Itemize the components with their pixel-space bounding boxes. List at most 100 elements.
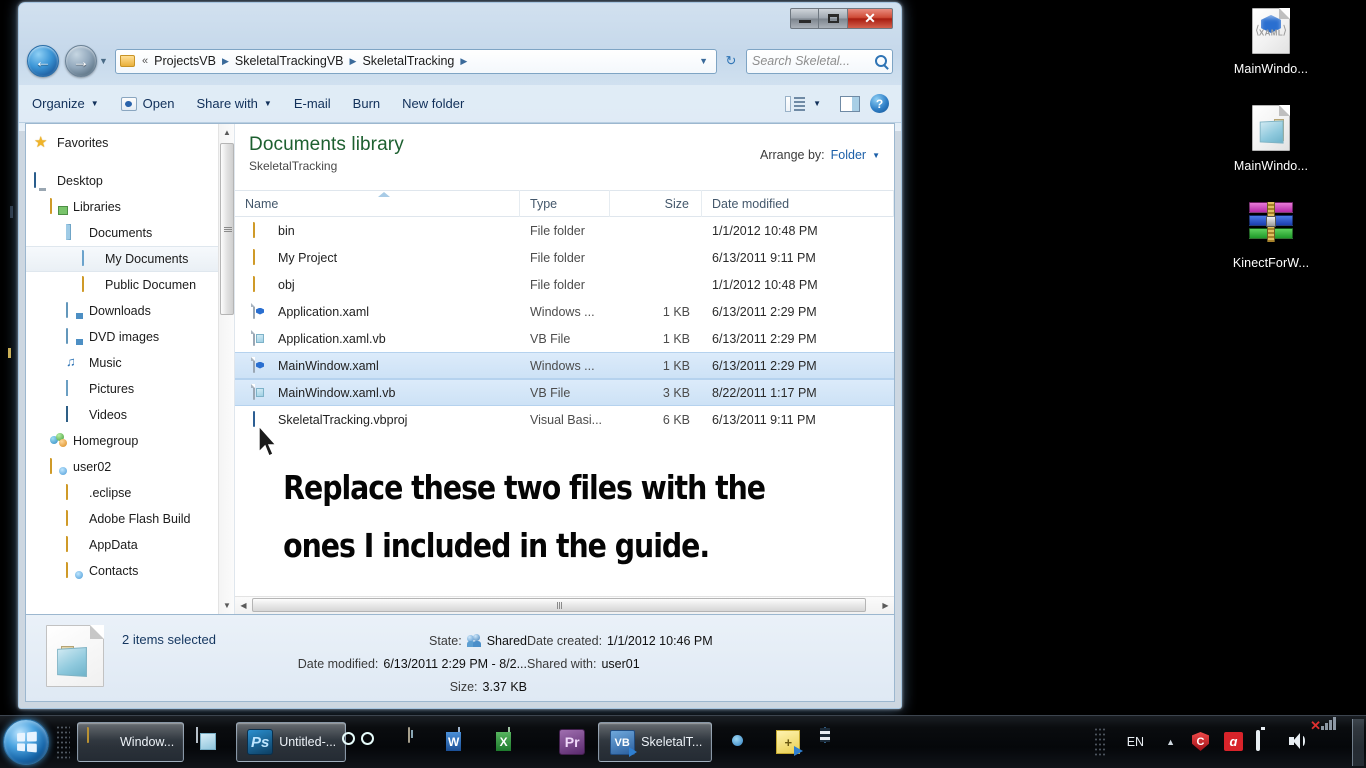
refresh-button[interactable]: ↻ — [719, 49, 743, 73]
scroll-down-arrow-icon[interactable]: ▼ — [219, 597, 234, 614]
taskbar-item-visual-basic[interactable]: VB SkeletalT... — [598, 722, 712, 762]
sidebar-item-pictures[interactable]: Pictures — [26, 376, 234, 402]
sidebar-item-user02[interactable]: user02 — [26, 454, 234, 480]
taskbar-item-excel[interactable] — [498, 722, 546, 762]
new-folder-button[interactable]: New folder — [393, 91, 473, 116]
network-disconnected-icon[interactable]: ✕ — [1320, 732, 1340, 752]
volume-icon[interactable] — [1288, 732, 1308, 752]
sidebar-item-public-documents[interactable]: Public Documen — [26, 272, 234, 298]
tray-grip[interactable] — [1094, 727, 1106, 757]
taskbar-item-word[interactable] — [448, 722, 496, 762]
scroll-right-arrow-icon[interactable]: ▶ — [877, 597, 894, 614]
breadcrumb-separator-icon[interactable]: ▶ — [347, 56, 360, 67]
taskbar-item-notepad[interactable] — [186, 722, 234, 762]
navigation-pane[interactable]: ★ Favorites Desktop Libraries Documents — [26, 124, 234, 614]
sidebar-item-downloads[interactable]: Downloads — [26, 298, 234, 324]
avira-icon[interactable]: ɑ — [1224, 732, 1244, 752]
organize-button[interactable]: Organize ▼ — [23, 91, 108, 116]
sidebar-item-libraries[interactable]: Libraries — [26, 194, 234, 220]
table-row[interactable]: bin File folder 1/1/2012 10:48 PM — [235, 217, 894, 244]
table-row[interactable]: Application.xaml.vb VB File 1 KB 6/13/20… — [235, 325, 894, 352]
sidebar-item-dvd-images[interactable]: DVD images — [26, 324, 234, 350]
arrange-by-value[interactable]: Folder — [831, 148, 866, 162]
desktop-icon-mainwindow-xaml[interactable]: ⟨ ⟩ XAML MainWindo... — [1208, 8, 1334, 77]
sidebar-item-homegroup[interactable]: Homegroup — [26, 428, 234, 454]
sidebar-item-favorites[interactable]: ★ Favorites — [26, 130, 234, 156]
file-list-horizontal-scrollbar[interactable]: ◀ ▶ — [235, 596, 894, 614]
desktop[interactable]: ⟨ ⟩ XAML MainWindo... MainWindo... — [0, 0, 1366, 768]
desktop-icon-mainwindow-vb[interactable]: MainWindo... — [1208, 105, 1334, 174]
address-bar[interactable]: « ProjectsVB ▶ SkeletalTrackingVB ▶ Skel… — [115, 49, 717, 74]
sidebar-item-adobe-flash-build[interactable]: Adobe Flash Build — [26, 506, 234, 532]
sidebar-item-music[interactable]: ♫ Music — [26, 350, 234, 376]
search-box[interactable]: Search Skeletal... — [746, 49, 893, 74]
forward-button[interactable]: → — [65, 45, 97, 77]
table-row[interactable]: MainWindow.xaml.vb VB File 3 KB 8/22/201… — [235, 379, 894, 406]
scroll-left-arrow-icon[interactable]: ◀ — [235, 597, 252, 614]
taskbar-item-sticky-note[interactable]: + — [764, 722, 812, 762]
table-row[interactable]: Application.xaml Windows ... 1 KB 6/13/2… — [235, 298, 894, 325]
breadcrumb-overflow-icon[interactable]: « — [139, 55, 151, 67]
address-dropdown-caret-icon[interactable]: ▼ — [695, 56, 714, 66]
sidebar-item-eclipse[interactable]: .eclipse — [26, 480, 234, 506]
scrollbar-thumb[interactable] — [220, 143, 234, 315]
show-preview-pane-button[interactable] — [840, 96, 860, 112]
table-row[interactable]: MainWindow.xaml Windows ... 1 KB 6/13/20… — [235, 352, 894, 379]
sidebar-item-desktop[interactable]: Desktop — [26, 168, 234, 194]
explorer-window[interactable]: ✕ ← → ▼ « ProjectsVB ▶ SkeletalTrackingV… — [18, 2, 902, 709]
title-bar[interactable]: ✕ — [19, 3, 901, 37]
window-controls: ✕ — [790, 8, 893, 29]
breadcrumb-separator-icon[interactable]: ▶ — [219, 56, 232, 67]
taskbar-item-premiere[interactable]: Pr — [548, 722, 596, 762]
close-button[interactable]: ✕ — [848, 8, 893, 29]
minimize-button[interactable] — [790, 8, 819, 29]
table-row[interactable]: SkeletalTracking.vbproj Visual Basi... 6… — [235, 406, 894, 433]
help-icon[interactable]: ? — [870, 94, 889, 113]
sidebar-item-appdata[interactable]: AppData — [26, 532, 234, 558]
breadcrumb-item-skeletaltracking[interactable]: SkeletalTracking — [359, 54, 457, 68]
sidebar-item-videos[interactable]: Videos — [26, 402, 234, 428]
table-row[interactable]: obj File folder 1/1/2012 10:48 PM — [235, 271, 894, 298]
sidebar-item-documents[interactable]: Documents — [26, 220, 234, 246]
taskbar-grip[interactable] — [56, 725, 70, 759]
taskbar[interactable]: Window... Ps Untitled-... Pr VB Skeletal… — [0, 715, 1366, 768]
taskbar-item-photoshop[interactable]: Ps Untitled-... — [236, 722, 346, 762]
search-input[interactable]: Search Skeletal... — [752, 54, 875, 68]
navigation-pane-scrollbar[interactable]: ▲ ▼ — [218, 124, 234, 614]
column-header-type[interactable]: Type — [520, 190, 610, 217]
arrange-by-control[interactable]: Arrange by: Folder ▼ — [760, 148, 880, 162]
table-row[interactable]: My Project File folder 6/13/2011 9:11 PM — [235, 244, 894, 271]
taskbar-item-video[interactable] — [814, 722, 862, 762]
back-button[interactable]: ← — [27, 45, 59, 77]
burn-button[interactable]: Burn — [344, 91, 389, 116]
email-button[interactable]: E-mail — [285, 91, 340, 116]
sidebar-item-my-documents[interactable]: My Documents — [26, 246, 234, 272]
scrollbar-thumb[interactable] — [252, 598, 866, 612]
show-desktop-button[interactable] — [1352, 719, 1364, 766]
battery-icon[interactable] — [1256, 732, 1276, 752]
share-with-button[interactable]: Share with ▼ — [187, 91, 280, 116]
change-view-button[interactable]: ▼ — [776, 91, 830, 117]
column-header-size[interactable]: Size — [610, 190, 702, 217]
detail-label: Size: — [450, 680, 478, 694]
taskbar-item-arduino[interactable] — [348, 722, 396, 762]
comodo-shield-icon[interactable]: C — [1192, 732, 1212, 752]
show-hidden-icons-chevron-icon[interactable]: ▲ — [1155, 737, 1186, 747]
breadcrumb-separator-icon[interactable]: ▶ — [457, 56, 470, 67]
taskbar-item-calculator[interactable] — [398, 722, 446, 762]
scrollbar-track[interactable] — [252, 597, 877, 614]
chevron-down-icon[interactable]: ▼ — [872, 151, 880, 160]
breadcrumb-item-skeletaltrackingvb[interactable]: SkeletalTrackingVB — [232, 54, 347, 68]
open-button[interactable]: Open — [112, 91, 184, 116]
breadcrumb-item-projectsvb[interactable]: ProjectsVB — [151, 54, 219, 68]
taskbar-item-windows-explorer[interactable]: Window... — [77, 722, 184, 762]
scroll-up-arrow-icon[interactable]: ▲ — [219, 124, 234, 141]
taskbar-item-firefox[interactable] — [714, 722, 762, 762]
language-indicator[interactable]: EN — [1116, 735, 1155, 749]
sidebar-item-contacts[interactable]: Contacts — [26, 558, 234, 584]
maximize-button[interactable] — [819, 8, 848, 29]
start-button[interactable] — [3, 719, 49, 765]
column-header-date-modified[interactable]: Date modified — [702, 190, 894, 217]
desktop-icon-kinect-archive[interactable]: KinectForW... — [1208, 202, 1334, 271]
recent-pages-caret-icon[interactable]: ▼ — [99, 56, 113, 66]
